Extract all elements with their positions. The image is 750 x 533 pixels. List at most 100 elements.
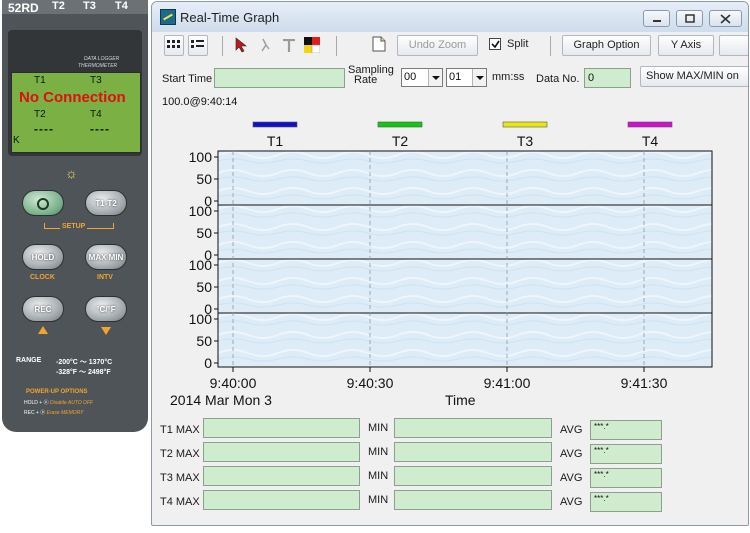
new-page-icon[interactable] <box>372 36 386 52</box>
device-maxmin-button[interactable]: MAX MIN <box>85 244 127 270</box>
stat-avg-field[interactable]: ***.* <box>590 420 662 440</box>
device-body: 52RD T2 T3 T4 DATA LOGGER THERMOMETER T1… <box>2 0 148 432</box>
legend-label-t2: T2 <box>392 133 409 149</box>
device-model: 52RD <box>8 1 39 15</box>
color-tool-icon[interactable] <box>304 37 320 53</box>
graph-option-button[interactable]: Graph Option <box>562 35 651 56</box>
device-t1t2-button[interactable]: T1-T2 <box>85 190 127 216</box>
start-time-label: Start Time <box>162 73 213 85</box>
stat-max-field[interactable] <box>203 466 360 486</box>
stat-avg-label: AVG <box>560 424 583 436</box>
device-hold-button[interactable]: HOLD <box>22 244 64 270</box>
sampling-seconds-select[interactable]: 01 <box>446 68 487 87</box>
stat-max-label: T1 MAX <box>160 424 200 436</box>
stat-avg-label: AVG <box>560 448 583 460</box>
stat-max-field[interactable] <box>203 442 360 462</box>
y-tick-label: 100 <box>189 257 213 273</box>
device-rec-button[interactable]: REC <box>22 296 64 322</box>
stat-max-field[interactable] <box>203 490 360 510</box>
powerup-option-1: HOLD + ⓟ Disable AUTO OFF <box>24 399 93 406</box>
powerup-option-2-keys: REC + ⓟ <box>24 410 46 416</box>
stat-min-field[interactable] <box>394 466 552 486</box>
list-view-button[interactable] <box>188 35 208 56</box>
toolbar-extra-button[interactable] <box>719 35 748 56</box>
stat-max-field[interactable] <box>203 418 360 438</box>
toolbar-separator <box>222 36 223 56</box>
backlight-icon: ☼ <box>65 165 78 181</box>
x-tick-label: 9:40:00 <box>210 375 257 391</box>
y-tick-label: 100 <box>189 311 213 327</box>
app-icon <box>160 9 176 25</box>
x-tick-label: 9:40:30 <box>347 375 394 391</box>
powerup-label: POWER-UP OPTIONS <box>26 389 88 395</box>
range-fahrenheit: -328°F ～ 2498°F <box>56 369 111 376</box>
lcd-t2-label: T2 <box>34 109 46 120</box>
device-channel-t4: T4 <box>115 0 128 12</box>
legend-swatch-t3 <box>502 121 548 128</box>
chevron-down-icon <box>428 69 442 86</box>
stat-min-label: MIN <box>368 446 389 458</box>
toolbar: Undo Zoom Split Graph Option Y Axis <box>158 33 748 59</box>
chart-date: 2014 Mar Mon 3 <box>170 392 272 408</box>
sampling-seconds-value: 01 <box>449 71 462 83</box>
toolbar-separator <box>550 36 551 56</box>
device-brand-line1: DATA LOGGER <box>84 56 120 62</box>
device-power-button[interactable] <box>22 190 64 216</box>
y-tick-label: 50 <box>196 279 212 295</box>
down-arrow-icon <box>101 327 111 335</box>
y-tick-label: 100 <box>189 149 213 165</box>
legend-label-t4: T4 <box>642 133 659 149</box>
stat-max-label: T2 MAX <box>160 448 200 460</box>
y-tick-label: 0 <box>204 355 212 371</box>
sampling-unit: mm:ss <box>492 71 525 83</box>
grid-view-button[interactable] <box>164 35 184 56</box>
real-time-graph-window: Real-Time Graph Undo Zoom Split Graph Op… <box>151 1 749 526</box>
stat-min-field[interactable] <box>394 442 552 462</box>
data-no-field[interactable]: 0 <box>584 68 631 88</box>
undo-zoom-button[interactable]: Undo Zoom <box>397 35 478 56</box>
stat-avg-field[interactable]: ***.* <box>590 492 662 512</box>
zoom-tool-icon[interactable] <box>258 37 272 53</box>
stat-min-field[interactable] <box>394 418 552 438</box>
title-bar[interactable]: Real-Time Graph <box>152 2 748 32</box>
split-checkbox[interactable] <box>489 38 501 50</box>
data-no-label: Data No. <box>536 73 580 85</box>
sampling-minutes-select[interactable]: 00 <box>401 68 443 87</box>
start-time-field[interactable] <box>214 68 345 88</box>
x-tick-label: 9:41:30 <box>621 375 668 391</box>
device-channel-t2: T2 <box>52 0 65 12</box>
chart-area[interactable]: 100.0@9:40:14 T1 T2 T3 T4 100 50 0 100 50 0 100 50 0… <box>158 92 748 409</box>
legend-swatch-t4 <box>627 121 673 128</box>
maximize-button[interactable] <box>676 10 703 27</box>
checkmark-icon <box>491 40 500 49</box>
stat-min-label: MIN <box>368 470 389 482</box>
power-icon <box>37 198 49 210</box>
stat-avg-label: AVG <box>560 496 583 508</box>
y-tick-label: 100 <box>189 203 213 219</box>
lcd-status: No Connection <box>19 89 126 106</box>
close-icon <box>720 14 731 24</box>
y-axis-button[interactable]: Y Axis <box>658 35 714 56</box>
device-channel-t3: T3 <box>83 0 96 12</box>
legend-label-t3: T3 <box>517 133 534 149</box>
toolbar-separator <box>336 36 337 56</box>
pointer-tool-icon[interactable] <box>234 37 250 53</box>
grid-icon <box>167 40 180 48</box>
powerup-option-2-text: Erase MEMORY <box>46 410 84 416</box>
device-unit-button[interactable]: °C/°F <box>85 296 127 322</box>
close-button[interactable] <box>709 10 742 27</box>
lcd-unit: K <box>13 135 20 146</box>
minimize-button[interactable] <box>643 10 670 27</box>
setup-label: SETUP <box>60 223 88 230</box>
clock-label: CLOCK <box>30 274 55 281</box>
text-tool-icon[interactable] <box>282 39 296 53</box>
stat-min-field[interactable] <box>394 490 552 510</box>
show-maxmin-button[interactable]: Show MAX/MIN on <box>640 66 748 87</box>
stat-avg-field[interactable]: ***.* <box>590 468 662 488</box>
powerup-option-1-keys: HOLD + ⓟ <box>24 400 49 406</box>
powerup-option-1-text: Disable AUTO OFF <box>49 400 94 406</box>
stat-avg-field[interactable]: ***.* <box>590 444 662 464</box>
lcd-reading-right: ---- <box>90 122 110 136</box>
real-time-chart[interactable]: T1 T2 T3 T41005001005001005001005009:40:00 9… <box>158 92 748 409</box>
split-label: Split <box>507 38 529 50</box>
